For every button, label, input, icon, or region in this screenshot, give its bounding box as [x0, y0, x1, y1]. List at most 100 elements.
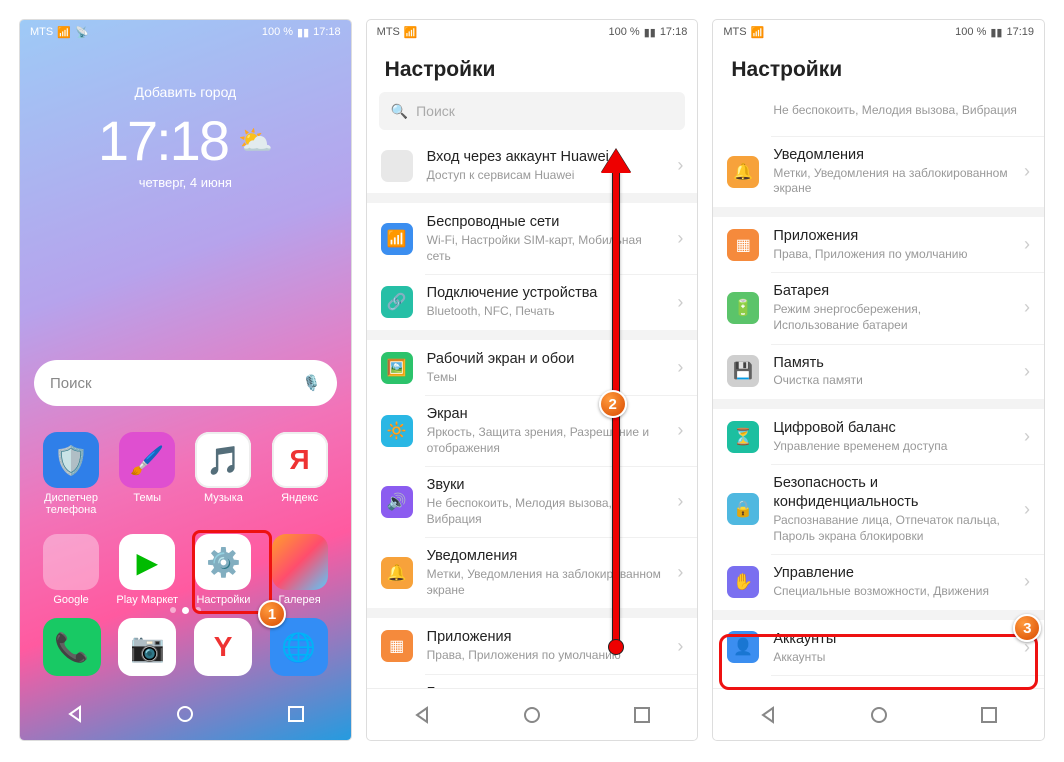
app-google-folder[interactable]: Google	[38, 534, 104, 606]
date-label: четверг, 4 июня	[20, 175, 351, 190]
nav-home-button[interactable]	[176, 705, 194, 723]
phone-settings-scrolled: MTS📶 100 %▮▮17:19 Настройки Не беспокоит…	[713, 20, 1044, 740]
row-sub: Метки, Уведомления на заблокированном эк…	[773, 166, 1010, 197]
row-battery[interactable]: 🔋БатареяРежим энергосбережения, Использо…	[713, 272, 1044, 343]
row-title: Управление	[773, 564, 1010, 583]
row-sub: Темы	[427, 370, 664, 386]
app-label: Галерея	[278, 594, 320, 606]
mic-icon[interactable]: 🎙️	[302, 374, 321, 392]
storage-icon: 💾	[727, 355, 759, 387]
chevron-right-icon: ›	[1024, 234, 1030, 255]
app-label: Настройки	[196, 594, 250, 606]
row-display[interactable]: 🔆ЭкранЯркость, Защита зрения, Разрешение…	[367, 395, 698, 466]
lock-icon: 🔒	[727, 493, 759, 525]
nav-recent-button[interactable]	[633, 706, 651, 724]
nav-back-button[interactable]	[759, 706, 777, 724]
row-huawei-account[interactable]: Вход через аккаунт HuaweiДоступ к сервис…	[367, 138, 698, 193]
row-sub: Bluetooth, NFC, Печать	[427, 304, 664, 320]
row-storage[interactable]: 💾ПамятьОчистка памяти›	[713, 344, 1044, 399]
row-security[interactable]: 🔒Безопасность и конфиденциальностьРаспоз…	[713, 464, 1044, 554]
row-device-connection[interactable]: 🔗Подключение устройстваBluetooth, NFC, П…	[367, 274, 698, 329]
dock-phone[interactable]: 📞	[43, 618, 101, 676]
app-yandex[interactable]: Я Яндекс	[267, 432, 333, 516]
nav-back-button[interactable]	[413, 706, 431, 724]
status-time: 17:18	[313, 26, 341, 38]
music-icon: 🎵	[195, 432, 251, 488]
row-apps[interactable]: ▦ПриложенияПрава, Приложения по умолчани…	[367, 618, 698, 673]
nav-recent-button[interactable]	[980, 706, 998, 724]
app-gallery[interactable]: Галерея	[267, 534, 333, 606]
battery-label: 100 %	[955, 26, 986, 38]
row-apps[interactable]: ▦ПриложенияПрава, Приложения по умолчани…	[713, 217, 1044, 272]
row-title: Звуки	[427, 476, 664, 495]
clock-time: 17:18	[98, 108, 228, 173]
battery-label: 100 %	[609, 26, 640, 38]
step-badge-2: 2	[599, 390, 627, 418]
row-sounds-partial[interactable]: Не беспокоить, Мелодия вызова, Вибрация	[713, 92, 1044, 136]
row-sub: Специальные возможности, Движения	[773, 584, 1010, 600]
signal-icon: 📶	[404, 26, 418, 39]
chevron-right-icon: ›	[677, 292, 683, 313]
settings-search[interactable]: 🔍Поиск	[379, 92, 686, 130]
weather-icon: ⛅	[238, 124, 273, 157]
settings-list[interactable]: Не беспокоить, Мелодия вызова, Вибрация …	[713, 92, 1044, 702]
status-time: 17:18	[660, 26, 688, 38]
avatar-icon	[381, 150, 413, 182]
apps-icon: ▦	[381, 630, 413, 662]
app-settings[interactable]: ⚙️ Настройки	[190, 534, 256, 606]
row-accounts[interactable]: 👤АккаунтыАккаунты›	[713, 620, 1044, 675]
chevron-right-icon: ›	[677, 357, 683, 378]
nav-bar	[713, 688, 1044, 740]
row-notifications[interactable]: 🔔УведомленияМетки, Уведомления на заблок…	[367, 537, 698, 608]
row-sub: Метки, Уведомления на заблокированном эк…	[427, 567, 664, 598]
nav-recent-button[interactable]	[287, 705, 305, 723]
bell-icon: 🔔	[381, 557, 413, 589]
yandex-icon: Я	[272, 432, 328, 488]
row-title: Экран	[427, 405, 664, 424]
nav-home-button[interactable]	[870, 706, 888, 724]
row-sub: Wi-Fi, Настройки SIM-карт, Мобильная сет…	[427, 233, 664, 264]
hand-icon: ✋	[727, 566, 759, 598]
chevron-right-icon: ›	[1024, 161, 1030, 182]
dock-browser[interactable]: 🌐	[270, 618, 328, 676]
page-indicator	[20, 607, 351, 614]
battery-icon: 🔋	[727, 292, 759, 324]
app-phone-manager[interactable]: 🛡️Диспетчер телефона	[38, 432, 104, 516]
row-sub: Права, Приложения по умолчанию	[773, 247, 1010, 263]
bell-icon: 🔔	[727, 156, 759, 188]
app-themes[interactable]: 🖌️Темы	[114, 432, 180, 516]
row-title: Приложения	[427, 628, 664, 647]
row-sounds[interactable]: 🔊ЗвукиНе беспокоить, Мелодия вызова, Виб…	[367, 466, 698, 537]
folder-icon	[43, 534, 99, 590]
settings-list[interactable]: 🔍Поиск Вход через аккаунт HuaweiДоступ к…	[367, 92, 698, 700]
row-digital-balance[interactable]: ⏳Цифровой балансУправление временем дост…	[713, 409, 1044, 464]
gallery-icon	[272, 534, 328, 590]
nav-home-button[interactable]	[523, 706, 541, 724]
dock-camera[interactable]: 📷	[118, 618, 176, 676]
app-play-market[interactable]: ▶Play Маркет	[114, 534, 180, 606]
gear-icon: ⚙️	[195, 534, 251, 590]
play-icon: ▶	[119, 534, 175, 590]
app-label: Яндекс	[281, 492, 318, 504]
carrier-label: MTS	[30, 26, 53, 38]
sound-icon: 🔊	[381, 486, 413, 518]
nav-bar	[20, 688, 351, 740]
home-search-bar[interactable]: Поиск 🎙️	[34, 360, 337, 406]
app-label: Музыка	[204, 492, 243, 504]
phone-home-screen: MTS 📶 📡 100 % ▮▮ 17:18 Добавить город 17…	[20, 20, 351, 740]
shield-icon: 🛡️	[43, 432, 99, 488]
dock: 📞 📷 Y 🌐	[20, 618, 351, 676]
app-music[interactable]: 🎵 Музыка	[190, 432, 256, 516]
row-notifications[interactable]: 🔔УведомленияМетки, Уведомления на заблок…	[713, 136, 1044, 207]
row-accessibility[interactable]: ✋ УправлениеСпециальные возможности, Движ…	[713, 554, 1044, 609]
wifi-icon: 📡	[75, 26, 89, 39]
row-wireless[interactable]: 📶Беспроводные сетиWi-Fi, Настройки SIM-к…	[367, 203, 698, 274]
nav-bar	[367, 688, 698, 740]
app-label: Темы	[133, 492, 161, 504]
row-title: Память	[773, 354, 1010, 373]
row-home-wallpaper[interactable]: 🖼️Рабочий экран и обоиТемы›	[367, 340, 698, 395]
nav-back-button[interactable]	[66, 705, 84, 723]
dock-yandex[interactable]: Y	[194, 618, 252, 676]
add-city-label[interactable]: Добавить город	[20, 84, 351, 100]
weather-widget[interactable]: Добавить город 17:18 ⛅ четверг, 4 июня	[20, 84, 351, 190]
